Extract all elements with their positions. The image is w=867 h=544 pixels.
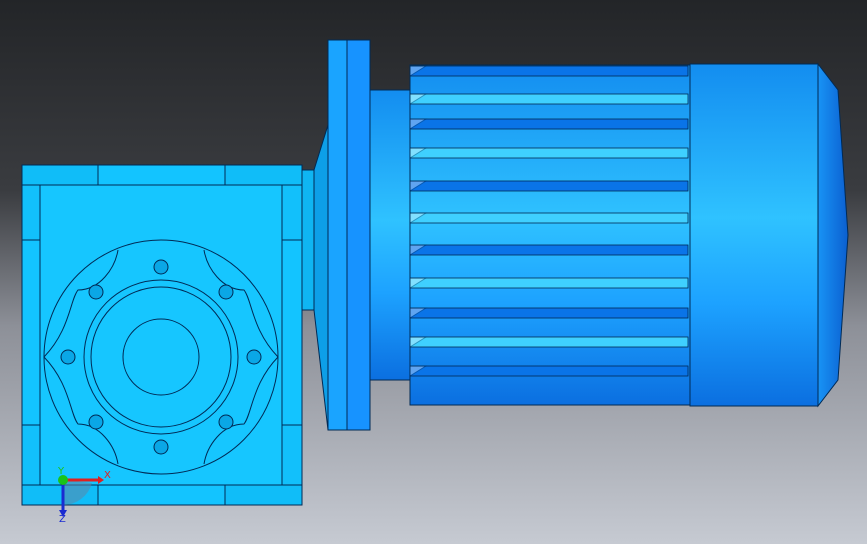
z-axis-label: Z — [59, 514, 66, 525]
cooling-fin — [409, 147, 689, 159]
cooling-fin — [409, 212, 689, 224]
motor-flange[interactable] — [313, 39, 413, 431]
cooling-fin — [409, 118, 689, 130]
cooling-fin — [409, 307, 689, 319]
cad-scene[interactable] — [0, 0, 867, 544]
y-axis-label: Y — [58, 466, 65, 477]
3d-viewport[interactable]: X Y Z — [0, 0, 867, 544]
cooling-fin — [409, 365, 689, 377]
cooling-fin — [409, 180, 689, 192]
cooling-fin — [409, 65, 689, 77]
fan-cover[interactable] — [689, 63, 819, 407]
cooling-fin — [409, 244, 689, 256]
gearbox[interactable] — [21, 164, 315, 506]
cooling-fin — [409, 336, 689, 348]
cooling-fin — [409, 277, 689, 289]
motor-body[interactable] — [409, 62, 849, 408]
cooling-fin — [409, 93, 689, 105]
x-axis-label: X — [104, 470, 111, 481]
